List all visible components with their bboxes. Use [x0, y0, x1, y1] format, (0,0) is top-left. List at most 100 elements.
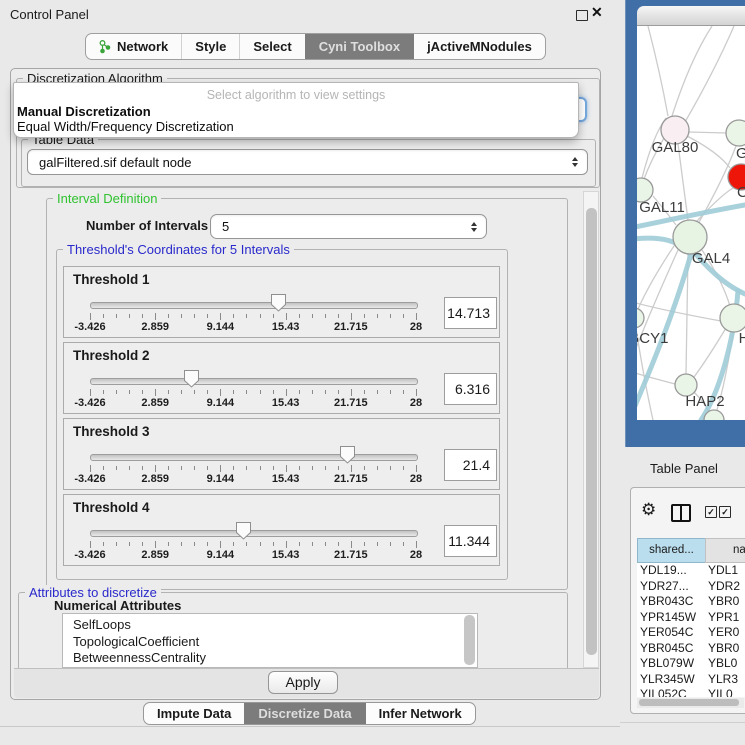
dropdown-item-equal-width-frequency[interactable]: Equal Width/Frequency Discretization	[17, 119, 234, 134]
split-columns-icon[interactable]	[671, 504, 691, 522]
table-row[interactable]: YBR043CYBR0	[637, 594, 745, 610]
tick-mark	[116, 314, 117, 318]
panel-scrollbar-thumb[interactable]	[586, 208, 597, 655]
network-edge[interactable]	[685, 26, 734, 122]
slider-thumb[interactable]	[184, 370, 199, 388]
table-cell-name: YBL0	[708, 656, 737, 672]
network-node[interactable]	[720, 304, 745, 332]
tick-mark	[220, 465, 221, 472]
slider-thumb[interactable]	[236, 522, 251, 540]
list-item[interactable]: SelfLoops	[63, 617, 477, 634]
tick-mark	[129, 314, 130, 318]
network-edge[interactable]	[648, 26, 668, 116]
slider-thumb[interactable]	[271, 294, 286, 312]
list-item[interactable]: TopologicalCoefficient	[63, 634, 477, 651]
threshold-rows: Threshold 1-3.4262.8599.14415.4321.71528…	[63, 266, 500, 570]
tab-impute-data[interactable]: Impute Data	[144, 703, 244, 724]
table-panel-title: Table Panel	[650, 461, 718, 476]
tick-mark	[246, 466, 247, 470]
network-node[interactable]	[637, 308, 644, 328]
tick-mark	[273, 466, 274, 470]
tick-mark	[90, 465, 91, 472]
slider-thumb[interactable]	[340, 446, 355, 464]
dropdown-item-manual-discretization[interactable]: Manual Discretization	[17, 104, 151, 119]
threshold-value-field[interactable]: 14.713	[444, 297, 497, 329]
network-canvas[interactable]: GAL80GCGAL11GAL4GCY1HHAP2	[637, 26, 745, 420]
network-edge[interactable]	[688, 132, 727, 133]
tick-mark	[286, 465, 287, 472]
table-hscrollbar-thumb[interactable]	[639, 699, 739, 706]
table-row[interactable]: YPR145WYPR1	[637, 610, 745, 626]
close-icon[interactable]: ✕	[591, 4, 603, 21]
tick-mark	[416, 541, 417, 548]
tick-mark	[390, 542, 391, 546]
tab-select[interactable]: Select	[239, 34, 304, 59]
tick-label: 28	[386, 397, 446, 409]
list-scrollbar[interactable]	[464, 615, 475, 665]
tab-jactivemnodules[interactable]: jActiveMNodules	[413, 34, 545, 59]
slider-track[interactable]	[90, 302, 418, 309]
tick-mark	[416, 389, 417, 396]
float-window-icon[interactable]	[576, 10, 588, 21]
slider-track[interactable]	[90, 454, 418, 461]
table-row[interactable]: YBL079WYBL0	[637, 656, 745, 672]
table-cell-name: YIL0	[708, 687, 733, 697]
table-data-select[interactable]: galFiltered.sif default node	[27, 149, 588, 175]
column-header-name[interactable]: na	[705, 538, 745, 563]
tick-mark	[233, 314, 234, 318]
tick-mark	[299, 390, 300, 394]
table-row[interactable]: YBR045CYBR0	[637, 641, 745, 657]
tick-mark	[168, 390, 169, 394]
network-node[interactable]	[726, 120, 745, 146]
slider-track[interactable]	[90, 530, 418, 537]
table-cell-name: YBR0	[708, 641, 739, 657]
network-edge[interactable]	[637, 300, 721, 321]
checkbox-icon[interactable]	[705, 506, 717, 518]
tick-mark	[403, 314, 404, 318]
apply-button[interactable]: Apply	[268, 671, 338, 694]
settings-gear-icon[interactable]	[641, 501, 656, 518]
slider-track[interactable]	[90, 378, 418, 385]
tick-mark	[168, 466, 169, 470]
tick-mark	[155, 541, 156, 548]
tab-discretize-data[interactable]: Discretize Data	[244, 703, 364, 724]
tick-mark	[155, 313, 156, 320]
table-row[interactable]: YER054CYER0	[637, 625, 745, 641]
list-item[interactable]: BetweennessCentrality	[63, 650, 477, 667]
group-title: Threshold's Coordinates for 5 Intervals	[63, 242, 294, 257]
tick-mark	[181, 542, 182, 546]
network-window-titlebar[interactable]	[637, 6, 745, 26]
tab-cyni-toolbox[interactable]: Cyni Toolbox	[305, 34, 413, 59]
number-of-intervals-spinner[interactable]: 5	[210, 214, 487, 239]
table-row[interactable]: YIL052CYIL0	[637, 687, 745, 697]
tick-mark	[338, 542, 339, 546]
tab-label: Network	[117, 39, 168, 54]
tick-mark	[142, 542, 143, 546]
table-row[interactable]: YDR27...YDR2	[637, 579, 745, 595]
tick-label: 2.859	[125, 473, 185, 485]
tick-mark	[207, 466, 208, 470]
network-node[interactable]	[673, 220, 707, 254]
threshold-value-field[interactable]: 21.4	[444, 449, 497, 481]
tick-mark	[260, 390, 261, 394]
checkbox-icon[interactable]	[719, 506, 731, 518]
tick-mark	[220, 389, 221, 396]
network-edge[interactable]	[672, 26, 712, 116]
network-node-label: GCY1	[637, 330, 668, 347]
tick-mark	[338, 466, 339, 470]
network-node-label: HAP2	[685, 393, 724, 410]
tab-style[interactable]: Style	[181, 34, 239, 59]
tick-mark	[155, 389, 156, 396]
numerical-attributes-list[interactable]: SelfLoopsTopologicalCoefficientBetweenne…	[62, 613, 478, 668]
column-header-shared-name[interactable]: shared...	[637, 538, 706, 563]
tick-mark	[194, 314, 195, 318]
tab-network[interactable]: Network	[86, 34, 181, 59]
table-row[interactable]: YLR345WYLR3	[637, 672, 745, 688]
tab-infer-network[interactable]: Infer Network	[365, 703, 475, 724]
tick-mark	[168, 314, 169, 318]
tab-label: Select	[253, 39, 291, 54]
table-row[interactable]: YDL19...YDL1	[637, 563, 745, 579]
tick-label: 15.43	[256, 321, 316, 333]
threshold-value-field[interactable]: 11.344	[444, 525, 497, 557]
threshold-value-field[interactable]: 6.316	[444, 373, 497, 405]
